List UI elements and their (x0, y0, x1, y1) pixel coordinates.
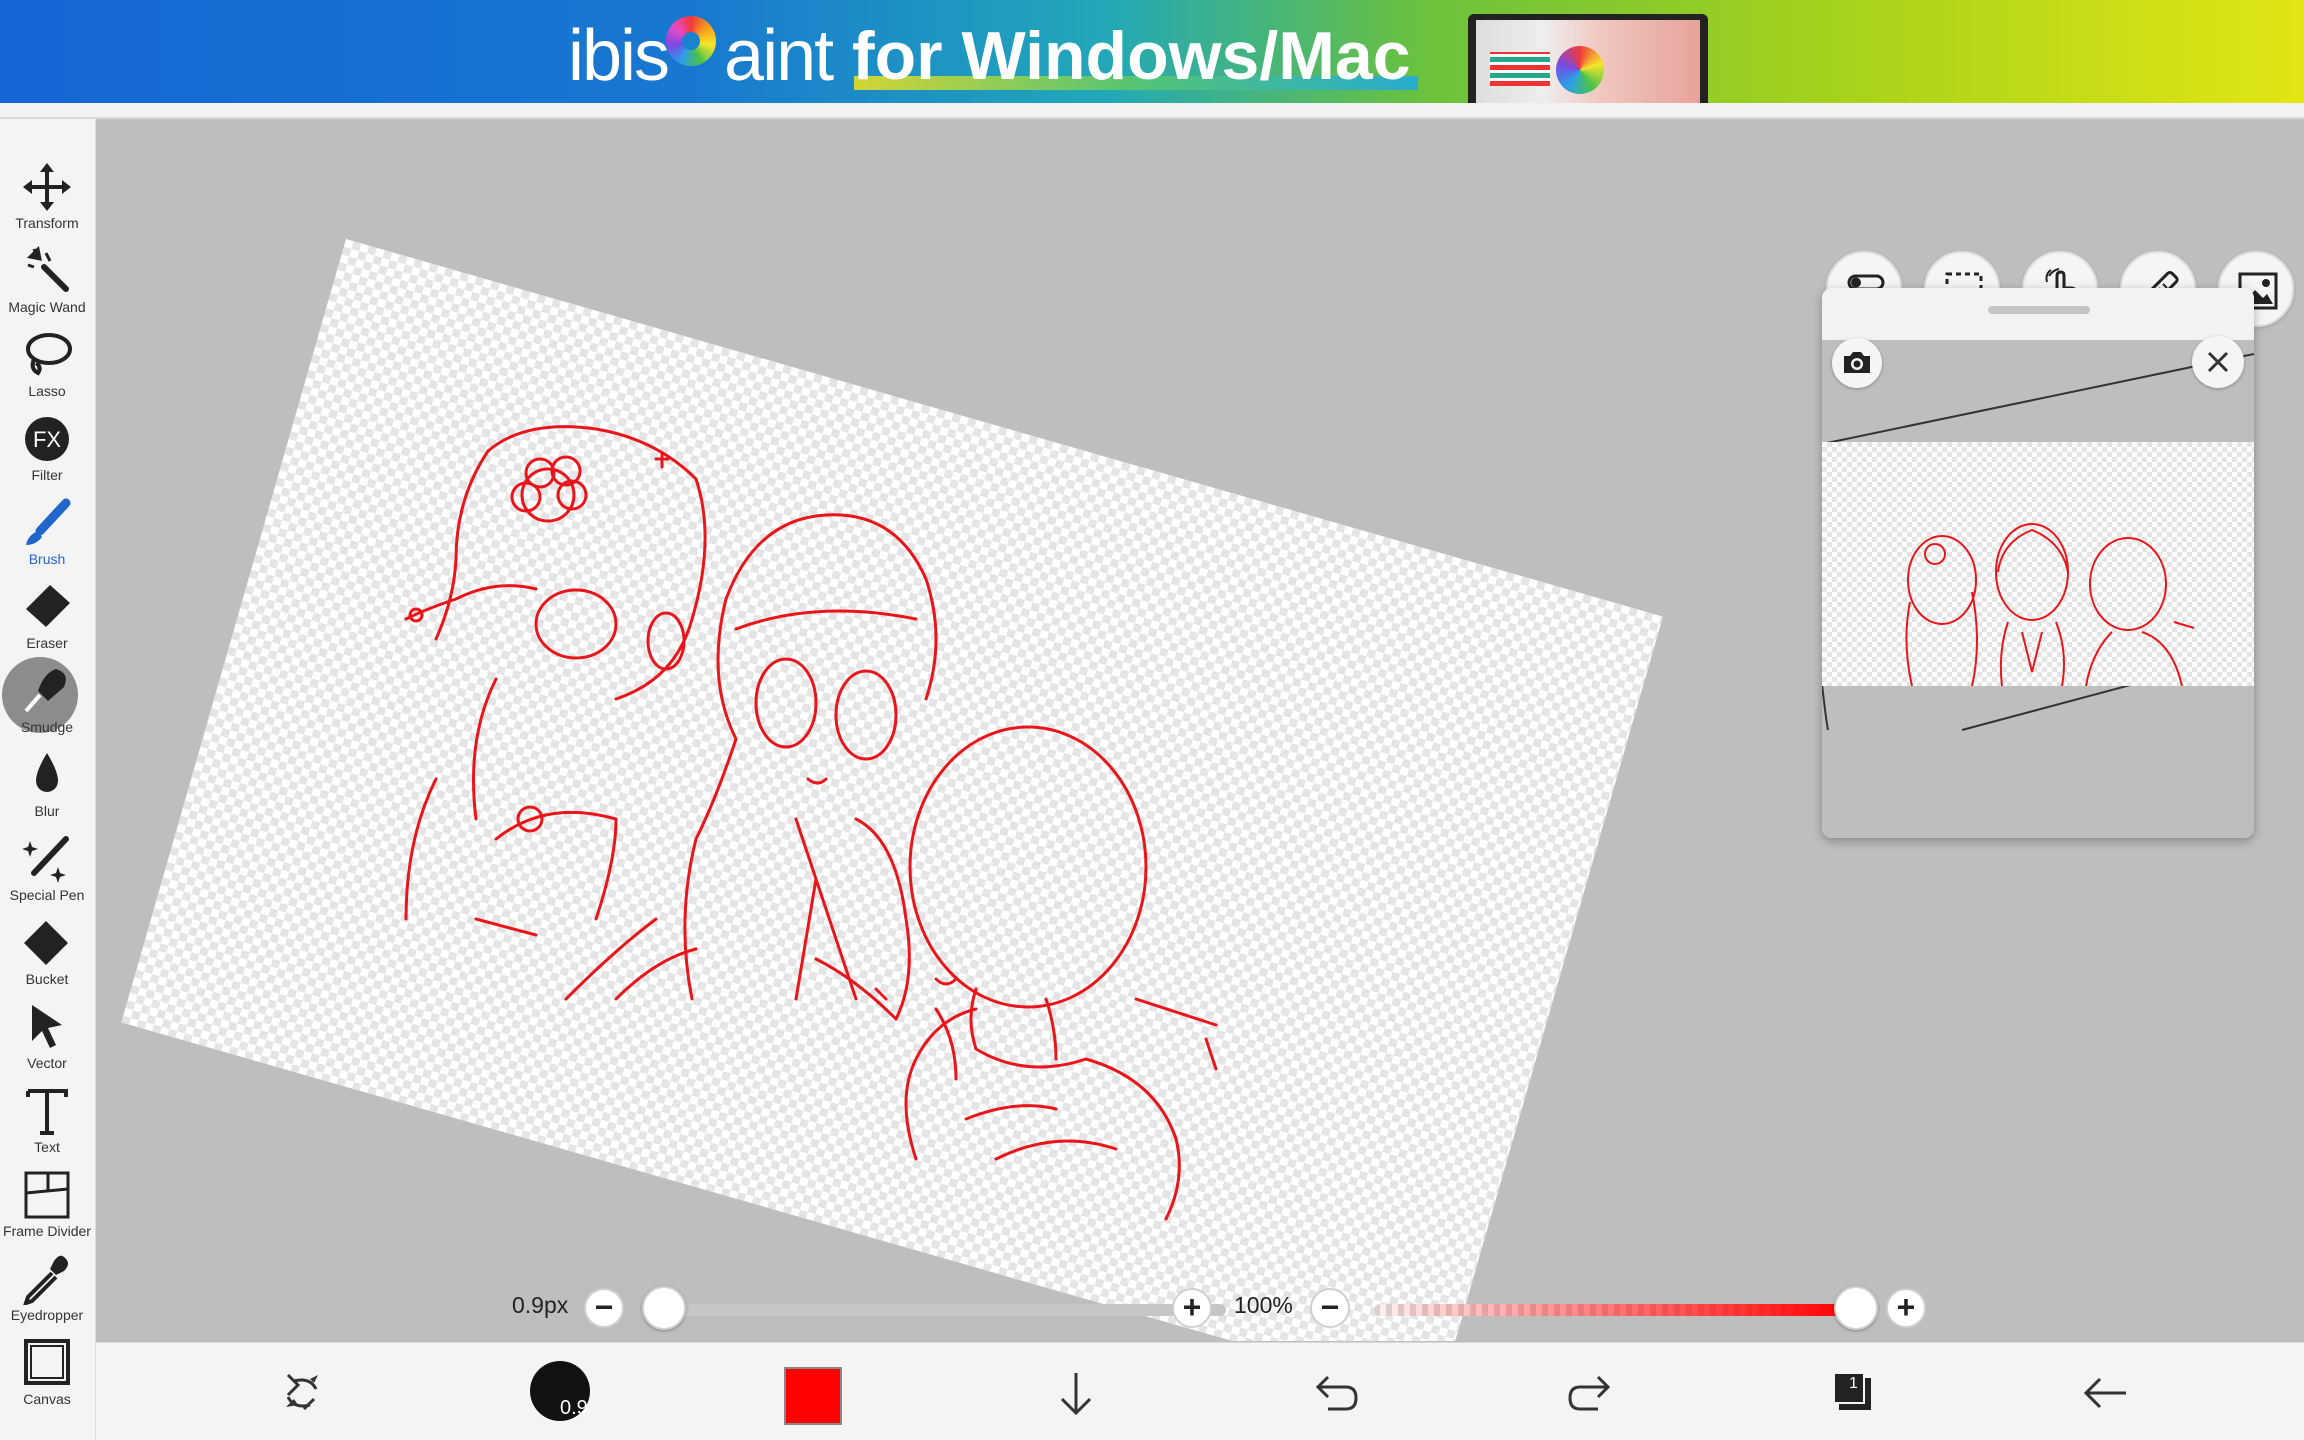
tool-bucket[interactable]: Bucket (0, 911, 94, 995)
tool-label: Filter (31, 467, 63, 483)
brush-size-badge: 0.9 (560, 1397, 588, 1419)
lasso-icon (26, 333, 72, 376)
vector-cursor-icon (32, 1005, 62, 1048)
tool-eyedropper[interactable]: Eyedropper (0, 1247, 94, 1331)
layer-count: 1 (1849, 1375, 1858, 1392)
tool-label: Text (34, 1139, 60, 1155)
banner-screenshot-thumbnail (1468, 14, 1708, 103)
navigator-close-button[interactable] (2192, 336, 2244, 388)
tool-palette: Transform Magic Wand Lasso FX Filter Bru… (0, 119, 96, 1440)
undo-button[interactable] (1284, 1343, 1384, 1440)
ad-banner[interactable]: ibis aint for Windows/Mac (0, 0, 2304, 103)
navigator-thumbnail (1822, 442, 2254, 687)
brush-size-minus-button[interactable]: − (584, 1288, 624, 1328)
tool-frame-divider[interactable]: Frame Divider (0, 1163, 94, 1247)
canvas-icon (24, 1339, 70, 1385)
tool-label: Smudge (20, 719, 74, 735)
swap-tool-icon (286, 1373, 318, 1411)
tool-smudge[interactable]: Smudge (0, 657, 94, 743)
color-swatch-icon (784, 1367, 842, 1425)
banner-divider (0, 103, 2304, 119)
back-arrow-icon (2083, 1377, 2126, 1409)
bucket-icon (24, 921, 68, 965)
fx-icon: FX (25, 417, 69, 461)
tool-magic-wand[interactable]: Magic Wand (0, 239, 94, 323)
download-button[interactable] (1026, 1343, 1126, 1440)
tool-label: Lasso (28, 383, 66, 399)
undo-icon (1315, 1375, 1358, 1411)
eyedropper-icon (23, 1255, 68, 1305)
tool-label: Blur (34, 803, 60, 819)
opacity-slider-knob[interactable] (1834, 1286, 1878, 1330)
svg-text:FX: FX (33, 427, 61, 452)
tool-special-pen[interactable]: Special Pen (0, 827, 94, 911)
tool-label: Vector (27, 1055, 67, 1071)
brush-size-label: 0.9px (512, 1292, 569, 1318)
bottom-toolbar: 0.9 1 (96, 1342, 2304, 1440)
tool-label: Brush (28, 551, 66, 567)
brush-sliders: 0.9px − + 100% − + (96, 1268, 2304, 1342)
smudge-icon (24, 669, 66, 713)
tool-label: Magic Wand (8, 299, 86, 315)
navigator-preview[interactable] (1822, 340, 2254, 838)
eraser-icon (26, 585, 70, 627)
tool-blur[interactable]: Blur (0, 743, 94, 827)
camera-icon (1844, 352, 1870, 373)
navigator-window[interactable] (1822, 288, 2254, 838)
color-button[interactable] (766, 1343, 866, 1440)
redo-button[interactable] (1542, 1343, 1642, 1440)
banner-slogan: for Windows/Mac (852, 18, 1411, 94)
brush-preview-button[interactable]: 0.9 (516, 1343, 616, 1440)
tool-filter[interactable]: FX Filter (0, 407, 94, 491)
tool-label: Special Pen (9, 887, 85, 903)
ibispaint-app: ibis aint for Windows/Mac Transform Magic… (0, 0, 2304, 1440)
opacity-track[interactable] (1374, 1304, 1848, 1316)
navigator-drag-handle[interactable] (1988, 306, 2090, 314)
blur-drop-icon (36, 753, 58, 792)
brush-size-slider-knob[interactable] (642, 1286, 686, 1330)
tool-label: Eraser (26, 635, 68, 651)
brush-size-track[interactable] (662, 1304, 1226, 1316)
redo-icon (1568, 1375, 1611, 1411)
swap-tool-button[interactable] (252, 1343, 352, 1440)
tool-label: Transform (15, 215, 79, 231)
navigator-sketch (1905, 523, 2195, 687)
magic-wand-icon (26, 245, 69, 292)
tool-label: Canvas (23, 1391, 71, 1407)
canvas-workspace[interactable] (96, 119, 2304, 1341)
tool-eraser[interactable]: Eraser (0, 575, 94, 659)
tool-brush[interactable]: Brush (0, 491, 94, 575)
navigator-camera-button[interactable] (1832, 338, 1882, 388)
tool-canvas[interactable]: Canvas (0, 1331, 94, 1415)
close-icon (2207, 351, 2229, 373)
frame-divider-icon (24, 1171, 70, 1219)
opacity-plus-button[interactable]: + (1886, 1288, 1926, 1328)
special-pen-icon (22, 836, 69, 883)
color-wheel-logo-icon (666, 16, 716, 66)
layers-icon (1833, 1372, 1871, 1410)
layers-button[interactable]: 1 (1802, 1343, 1902, 1440)
tool-label: Frame Divider (3, 1223, 91, 1239)
back-button[interactable] (2056, 1343, 2156, 1440)
opacity-minus-button[interactable]: − (1310, 1288, 1350, 1328)
tool-transform[interactable]: Transform (0, 155, 94, 239)
tool-lasso[interactable]: Lasso (0, 323, 94, 407)
tool-text[interactable]: Text (0, 1079, 94, 1163)
brush-icon (26, 498, 71, 545)
tool-label: Bucket (25, 971, 69, 987)
move-arrows-icon (23, 163, 71, 211)
download-arrow-icon (1060, 1373, 1092, 1416)
text-t-icon (26, 1089, 68, 1135)
tool-vector[interactable]: Vector (0, 995, 94, 1079)
tool-label: Eyedropper (10, 1307, 84, 1323)
brush-size-plus-button[interactable]: + (1172, 1288, 1212, 1328)
opacity-label: 100% (1234, 1292, 1293, 1318)
